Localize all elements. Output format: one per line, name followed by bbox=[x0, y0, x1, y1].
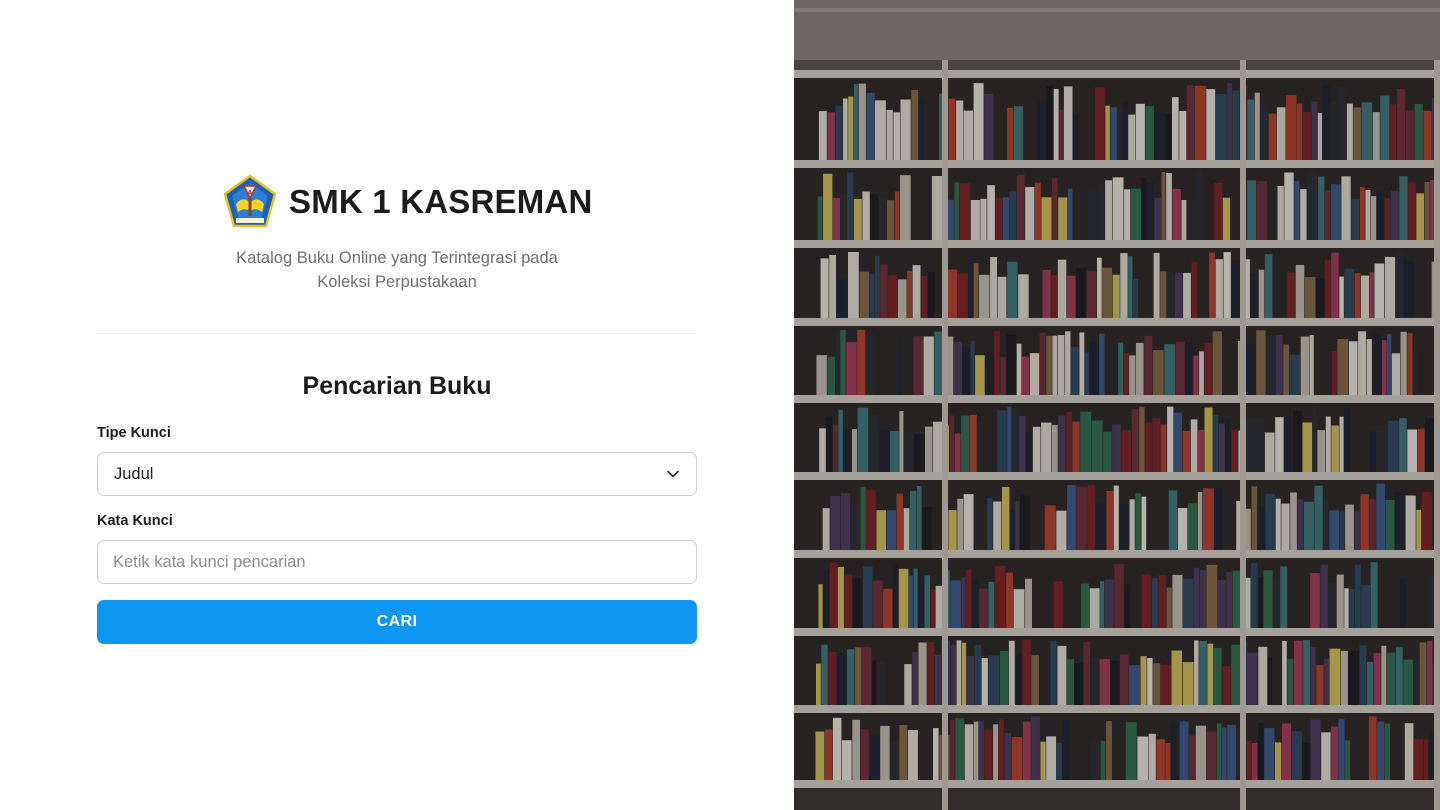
photo-overlay bbox=[794, 0, 1440, 810]
school-name: SMK 1 KASREMAN bbox=[289, 183, 593, 220]
section-divider bbox=[97, 333, 697, 334]
tagline-line-1: Katalog Buku Online yang Terintegrasi pa… bbox=[236, 249, 558, 267]
form-title: Pencarian Buku bbox=[302, 372, 492, 400]
school-crest-icon: A bbox=[223, 174, 277, 228]
svg-text:A: A bbox=[247, 189, 253, 197]
catalog-tagline: Katalog Buku Online yang Terintegrasi pa… bbox=[97, 246, 697, 294]
brand-header: A SMK 1 KASREMAN bbox=[222, 174, 593, 230]
bookshelf-photo bbox=[794, 0, 1440, 810]
key-type-select[interactable]: Judul bbox=[97, 452, 697, 496]
key-type-label: Tipe Kunci bbox=[97, 425, 171, 441]
tagline-line-2: Koleksi Perpustakaan bbox=[317, 273, 477, 291]
keyword-label: Kata Kunci bbox=[97, 513, 173, 529]
search-panel: A SMK 1 KASREMAN Katalog Buku Online yan… bbox=[0, 0, 794, 810]
chevron-down-icon bbox=[667, 470, 679, 478]
search-button[interactable]: CARI bbox=[97, 600, 697, 644]
keyword-input[interactable] bbox=[97, 540, 697, 584]
key-type-selected-value: Judul bbox=[114, 464, 154, 483]
